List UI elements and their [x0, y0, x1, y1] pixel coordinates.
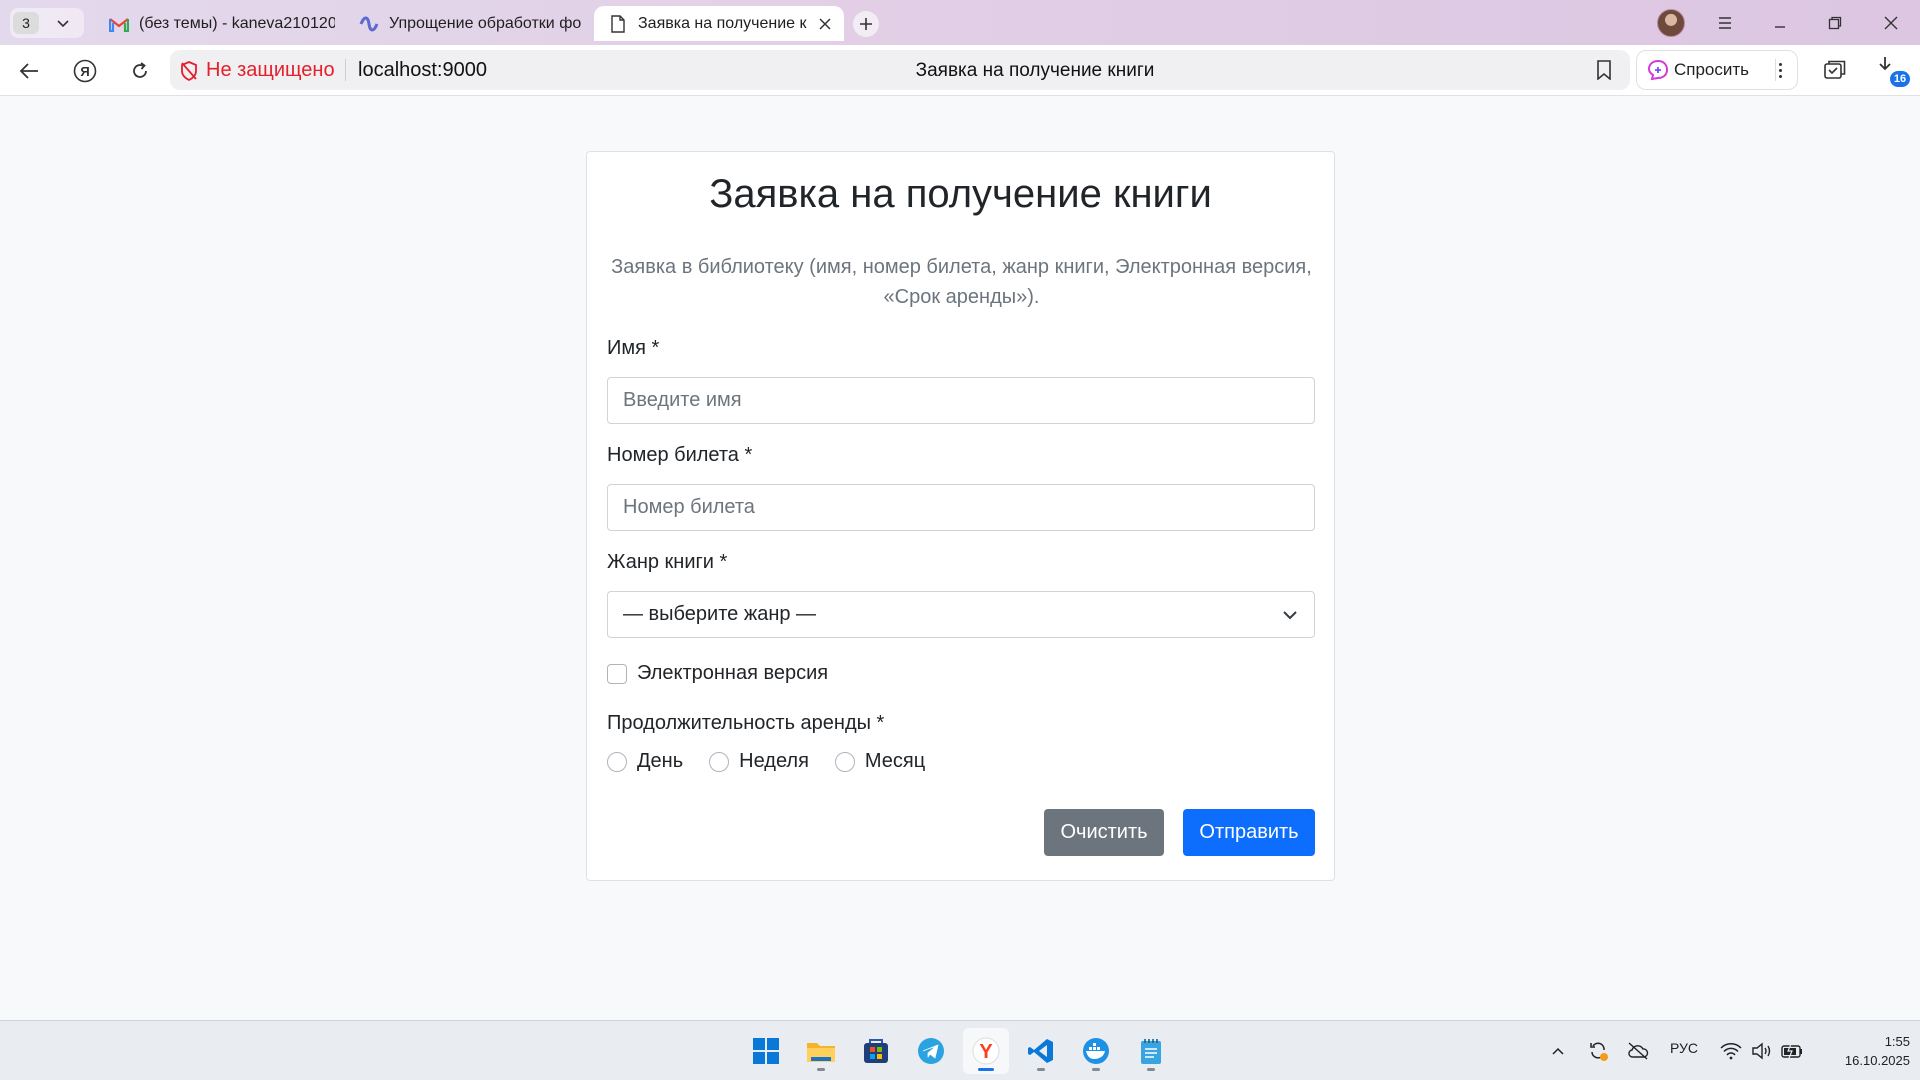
back-arrow-icon[interactable]: [13, 55, 45, 87]
radio-button[interactable]: [834, 751, 855, 772]
windows-taskbar: Y РУС 1:55 16.10.2025: [0, 1020, 1920, 1080]
ebook-checkbox[interactable]: [607, 663, 627, 684]
name-label: Имя *: [607, 337, 660, 359]
tab-title: Заявка на получение к: [638, 14, 807, 32]
ask-ai-button[interactable]: Спросить: [1636, 50, 1798, 90]
submit-button[interactable]: Отправить: [1183, 809, 1315, 856]
name-input[interactable]: [607, 377, 1315, 424]
tab-book-request[interactable]: Заявка на получение к: [594, 6, 844, 41]
sidebar-panel-icon[interactable]: [1819, 55, 1851, 87]
profile-avatar[interactable]: [1657, 9, 1685, 37]
ticket-label: Номер билета *: [607, 444, 753, 466]
minimize-icon[interactable]: [1763, 8, 1797, 38]
sync-update-icon[interactable]: [1586, 1039, 1610, 1063]
duration-option-month[interactable]: Месяц: [834, 750, 925, 773]
new-tab-button[interactable]: [853, 11, 879, 37]
radio-label[interactable]: Месяц: [865, 750, 925, 773]
duration-option-day[interactable]: День: [607, 750, 683, 773]
running-indicator: [978, 1068, 994, 1071]
browser-tab-bar: 3 (без темы) - kaneva210120 Упрощение об…: [0, 0, 1920, 45]
close-window-icon[interactable]: [1874, 8, 1908, 38]
radio-label[interactable]: День: [637, 750, 683, 773]
radio-label[interactable]: Неделя: [739, 750, 809, 773]
running-indicator: [1147, 1068, 1155, 1071]
genre-select[interactable]: — выберите жанр —: [607, 591, 1315, 638]
gmail-icon: [109, 14, 129, 34]
ebook-label[interactable]: Электронная версия: [637, 662, 828, 685]
clock-date: 16.10.2025: [1844, 1053, 1910, 1068]
downloads-button[interactable]: 16: [1874, 55, 1910, 89]
omnibox[interactable]: Не защищено localhost:9000 Заявка на пол…: [170, 50, 1630, 90]
genre-label: Жанр книги *: [607, 551, 728, 573]
cloud-off-icon[interactable]: [1626, 1039, 1650, 1063]
clock-time: 1:55: [1884, 1034, 1910, 1049]
tab-title: Упрощение обработки фо: [389, 14, 582, 32]
ask-label: Спросить: [1674, 60, 1750, 79]
running-indicator: [1037, 1068, 1045, 1071]
duration-option-week[interactable]: Неделя: [709, 750, 809, 773]
notepad-icon[interactable]: [1128, 1028, 1174, 1074]
yandex-logo-icon[interactable]: Я: [69, 55, 101, 87]
ebook-checkbox-row[interactable]: Электронная версия: [607, 662, 828, 685]
radio-button[interactable]: [709, 751, 730, 772]
page-viewport: Заявка на получение книги Заявка в библи…: [0, 96, 1920, 1020]
ticket-number-input[interactable]: [607, 484, 1315, 531]
volume-icon[interactable]: [1750, 1039, 1774, 1063]
form-title: Заявка на получение книги: [709, 172, 1212, 216]
reload-icon[interactable]: [124, 55, 156, 87]
duration-label: Продолжительность аренды *: [607, 712, 885, 734]
tab-ai-chat[interactable]: Упрощение обработки фо: [345, 6, 583, 41]
ask-divider: [1775, 59, 1776, 81]
telegram-icon[interactable]: [908, 1028, 954, 1074]
microsoft-store-icon[interactable]: [853, 1028, 899, 1074]
svg-text:Y: Y: [979, 1041, 993, 1063]
restore-icon[interactable]: [1818, 8, 1852, 38]
genre-selected-value: — выберите жанр —: [623, 603, 817, 625]
tab-count-badge[interactable]: 3: [13, 12, 39, 34]
vs-code-icon[interactable]: [1018, 1028, 1064, 1074]
browser-address-bar: Я Не защищено localhost:9000 Заявка на п…: [0, 45, 1920, 96]
downloads-count-badge: 16: [1890, 71, 1910, 87]
chevron-down-icon: [1281, 606, 1299, 624]
chevron-down-icon[interactable]: [53, 13, 73, 33]
clear-button[interactable]: Очистить: [1044, 809, 1164, 856]
file-explorer-icon[interactable]: [798, 1028, 844, 1074]
page-icon: [608, 14, 628, 34]
chevron-up-icon[interactable]: [1546, 1039, 1570, 1063]
radio-button[interactable]: [607, 751, 627, 772]
docker-icon[interactable]: [1073, 1028, 1119, 1074]
duration-radio-group: День Неделя Месяц: [607, 750, 951, 773]
menu-icon[interactable]: [1708, 8, 1742, 38]
close-tab-icon[interactable]: [814, 13, 836, 35]
more-options-icon[interactable]: [1777, 62, 1783, 78]
running-indicator: [1092, 1068, 1100, 1071]
form-description: Заявка в библиотеку (имя, номер билета, …: [611, 256, 1312, 308]
input-language[interactable]: РУС: [1670, 1040, 1698, 1056]
tab-gmail[interactable]: (без темы) - kaneva210120: [95, 6, 335, 41]
tab-title: (без темы) - kaneva210120: [139, 14, 335, 32]
system-clock[interactable]: 1:55 16.10.2025: [1820, 1032, 1910, 1070]
svg-text:Я: Я: [80, 64, 89, 79]
alice-ai-icon: [1647, 59, 1669, 81]
wifi-icon[interactable]: [1719, 1039, 1743, 1063]
running-indicator: [817, 1068, 825, 1071]
windows-start-icon[interactable]: [743, 1028, 789, 1074]
bookmark-icon[interactable]: [1592, 58, 1616, 82]
tab-switcher[interactable]: 3: [10, 8, 84, 38]
yandex-browser-icon[interactable]: Y: [963, 1028, 1009, 1074]
ai-tab-icon: [359, 14, 379, 34]
request-form-card: Заявка на получение книги Заявка в библи…: [586, 151, 1335, 881]
battery-charging-icon[interactable]: [1780, 1039, 1804, 1063]
omnibox-page-title: Заявка на получение книги: [915, 60, 1155, 81]
